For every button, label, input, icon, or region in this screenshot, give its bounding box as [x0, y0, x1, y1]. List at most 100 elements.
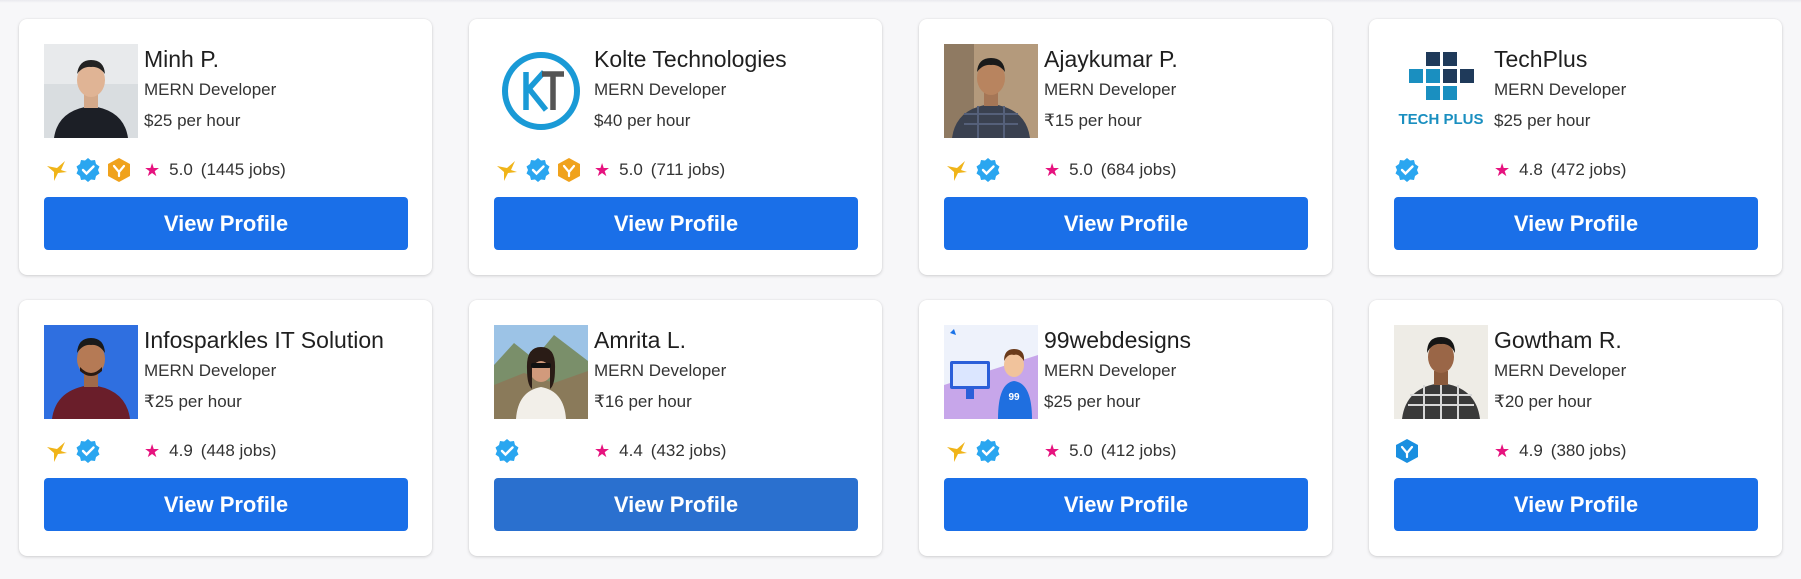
star-icon: ★ — [594, 440, 611, 461]
rating: ★ 5.0 (412 jobs) — [1044, 438, 1176, 464]
rating: ★ 4.9 (448 jobs) — [144, 438, 276, 464]
star-icon: ★ — [594, 159, 611, 180]
freelancer-role: MERN Developer — [594, 361, 727, 380]
freelancer-name[interactable]: Gowtham R. — [1494, 327, 1622, 354]
freelancer-role: MERN Developer — [1044, 80, 1177, 99]
view-profile-button[interactable]: View Profile — [44, 197, 408, 250]
avatar[interactable] — [1394, 325, 1488, 419]
freelancer-card: Minh P. MERN Developer $25 per hour ★ 5.… — [19, 19, 432, 275]
verified-icon — [76, 439, 100, 463]
star-icon: ★ — [1494, 440, 1511, 461]
job-count: (412 jobs) — [1100, 441, 1177, 460]
view-profile-button[interactable]: View Profile — [1394, 478, 1758, 531]
hourly-rate: $25 per hour — [144, 111, 241, 130]
freelancer-card: TECH PLUS TechPlus MERN Developer $25 pe… — [1369, 19, 1782, 275]
avatar[interactable]: 99 — [944, 325, 1038, 419]
freelancer-name[interactable]: Amrita L. — [594, 327, 686, 354]
freelancer-role: MERN Developer — [1044, 361, 1177, 380]
avatar[interactable] — [44, 325, 138, 419]
freelancer-name[interactable]: Ajaykumar P. — [1044, 46, 1178, 73]
hourly-rate: $25 per hour — [1044, 392, 1141, 411]
freelancer-role: MERN Developer — [1494, 80, 1627, 99]
badge-row — [1394, 438, 1420, 464]
star-icon: ★ — [144, 159, 161, 180]
badge-row — [494, 157, 582, 183]
view-profile-button[interactable]: View Profile — [494, 478, 858, 531]
verified-icon — [76, 158, 100, 182]
freelancer-grid: Minh P. MERN Developer $25 per hour ★ 5.… — [19, 19, 1782, 556]
rating-score: 4.4 — [619, 441, 643, 460]
freelancer-role: MERN Developer — [594, 80, 727, 99]
hourly-rate: ₹16 per hour — [594, 392, 692, 411]
badge-row — [1394, 157, 1420, 183]
avatar[interactable] — [494, 325, 588, 419]
freelancer-card: Kolte Technologies MERN Developer $40 pe… — [469, 19, 882, 275]
freelancer-role: MERN Developer — [144, 80, 277, 99]
freelancer-name[interactable]: 99webdesigns — [1044, 327, 1191, 354]
job-count: (1445 jobs) — [200, 160, 286, 179]
rating: ★ 4.9 (380 jobs) — [1494, 438, 1626, 464]
freelancer-role: MERN Developer — [144, 361, 277, 380]
avatar[interactable] — [44, 44, 138, 138]
rating-score: 5.0 — [619, 160, 643, 179]
star-icon: ★ — [1044, 159, 1061, 180]
rating: ★ 5.0 (684 jobs) — [1044, 157, 1176, 183]
rating: ★ 5.0 (711 jobs) — [594, 157, 725, 183]
view-profile-button[interactable]: View Profile — [1394, 197, 1758, 250]
verified-icon — [495, 439, 519, 463]
rating: ★ 5.0 (1445 jobs) — [144, 157, 286, 183]
svg-text:99: 99 — [1008, 392, 1020, 403]
freelancer-card: 99 99webdesigns MERN Developer $25 per h… — [919, 300, 1332, 556]
freelancer-name[interactable]: Infosparkles IT Solution — [144, 327, 384, 354]
plus-bird-icon — [947, 161, 967, 181]
verified-shield-icon — [1396, 439, 1418, 463]
view-profile-button[interactable]: View Profile — [494, 197, 858, 250]
hourly-rate: $40 per hour — [594, 111, 691, 130]
rating-score: 4.8 — [1519, 160, 1543, 179]
star-icon: ★ — [1494, 159, 1511, 180]
freelancer-card: Ajaykumar P. MERN Developer ₹15 per hour… — [919, 19, 1332, 275]
view-profile-button[interactable]: View Profile — [944, 197, 1308, 250]
freelancer-name[interactable]: TechPlus — [1494, 46, 1587, 73]
star-icon: ★ — [1044, 440, 1061, 461]
rating-score: 4.9 — [169, 441, 193, 460]
view-profile-button[interactable]: View Profile — [944, 478, 1308, 531]
techplus-logo-text: TECH PLUS — [1398, 111, 1483, 128]
hourly-rate: $25 per hour — [1494, 111, 1591, 130]
rating-score: 5.0 — [169, 160, 193, 179]
badge-row — [44, 157, 132, 183]
avatar[interactable] — [944, 44, 1038, 138]
view-profile-button[interactable]: View Profile — [44, 478, 408, 531]
top-divider — [0, 0, 1801, 3]
rating-score: 4.9 — [1519, 441, 1543, 460]
job-count: (432 jobs) — [650, 441, 727, 460]
freelancer-name[interactable]: Kolte Technologies — [594, 46, 787, 73]
plus-bird-icon — [47, 442, 67, 462]
job-count: (711 jobs) — [650, 160, 726, 179]
preferred-icon — [108, 158, 130, 182]
verified-icon — [976, 158, 1000, 182]
verified-icon — [976, 439, 1000, 463]
freelancer-card: Amrita L. MERN Developer ₹16 per hour ★ … — [469, 300, 882, 556]
freelancer-role: MERN Developer — [1494, 361, 1627, 380]
hourly-rate: ₹25 per hour — [144, 392, 242, 411]
badge-row — [44, 438, 101, 464]
rating-score: 5.0 — [1069, 441, 1093, 460]
job-count: (380 jobs) — [1550, 441, 1627, 460]
avatar[interactable] — [494, 44, 588, 138]
freelancer-card: Infosparkles IT Solution MERN Developer … — [19, 300, 432, 556]
rating-score: 5.0 — [1069, 160, 1093, 179]
job-count: (684 jobs) — [1100, 160, 1177, 179]
job-count: (472 jobs) — [1550, 160, 1627, 179]
badge-row — [944, 157, 1001, 183]
badge-row — [494, 438, 520, 464]
freelancer-name[interactable]: Minh P. — [144, 46, 219, 73]
freelancer-card: Gowtham R. MERN Developer ₹20 per hour ★… — [1369, 300, 1782, 556]
hourly-rate: ₹15 per hour — [1044, 111, 1142, 130]
hourly-rate: ₹20 per hour — [1494, 392, 1592, 411]
avatar[interactable]: TECH PLUS — [1394, 44, 1488, 138]
verified-icon — [526, 158, 550, 182]
verified-icon — [1395, 158, 1419, 182]
plus-bird-icon — [947, 442, 967, 462]
badge-row — [944, 438, 1001, 464]
